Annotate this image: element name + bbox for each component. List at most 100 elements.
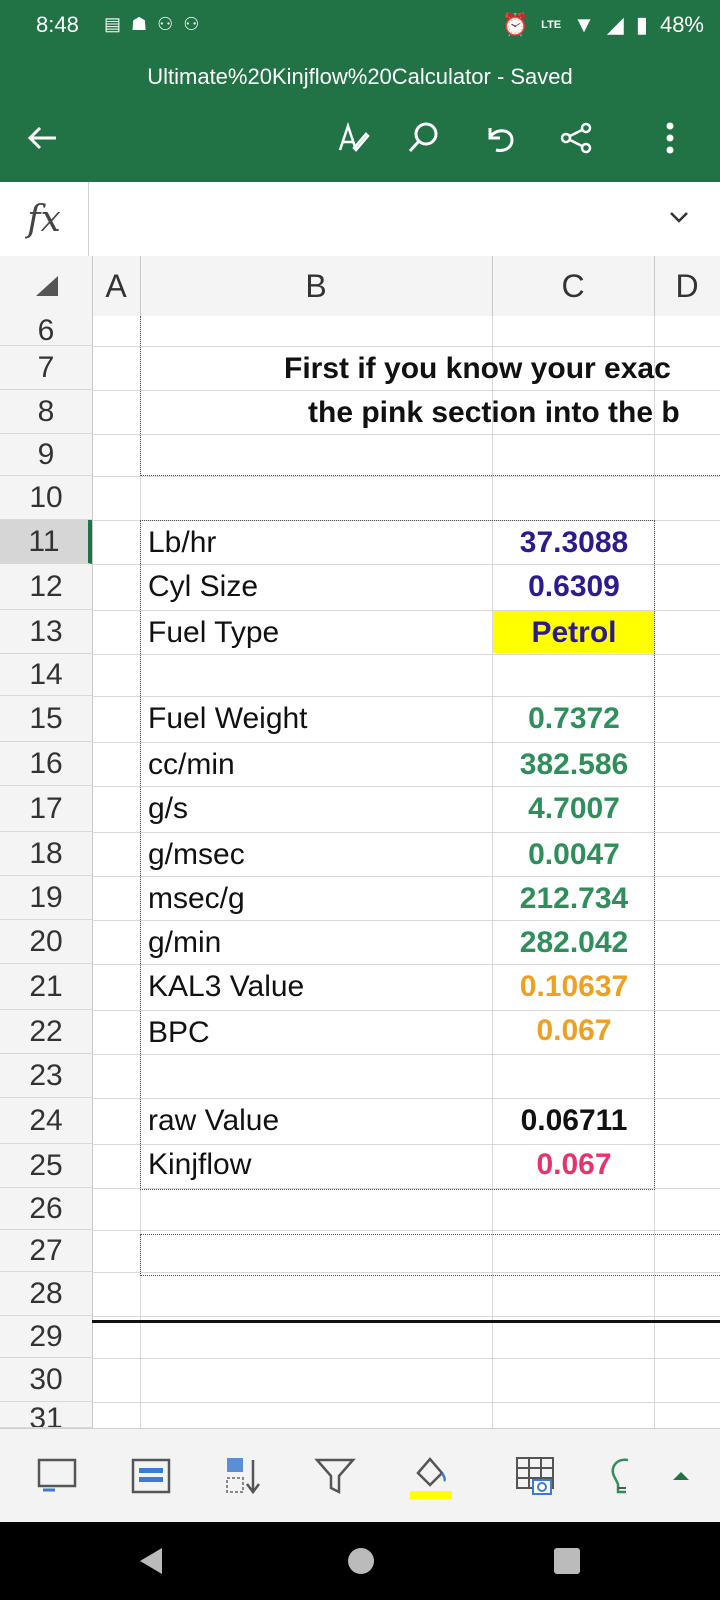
alarm-icon: ⏰ — [501, 12, 530, 37]
column-header-b[interactable]: B — [140, 256, 493, 316]
back-arrow-icon[interactable] — [22, 118, 62, 158]
row-header[interactable]: 8 — [0, 390, 92, 434]
chevron-down-icon[interactable] — [668, 206, 690, 233]
comment-icon[interactable] — [32, 1451, 82, 1501]
row-header[interactable]: 15 — [0, 696, 92, 742]
battery-percent: 48% — [659, 12, 704, 37]
row-header[interactable]: 31 — [0, 1402, 92, 1428]
row-header[interactable]: 17 — [0, 786, 92, 832]
formula-input[interactable] — [90, 182, 670, 256]
label-kal3-value[interactable]: KAL3 Value — [148, 972, 304, 1002]
notification-icons: ▤ ☗ ⚇ ⚇ — [104, 14, 199, 35]
filter-icon[interactable] — [310, 1451, 360, 1501]
row-header[interactable]: 27 — [0, 1230, 92, 1272]
value-raw[interactable]: 0.06711 — [494, 1106, 654, 1136]
row-header[interactable]: 29 — [0, 1316, 92, 1358]
row-headers: 6 7 8 9 10 11 12 13 14 15 16 17 18 19 20… — [0, 316, 93, 1428]
label-lb-hr[interactable]: Lb/hr — [148, 528, 216, 558]
lte-icon: LTE — [541, 19, 562, 31]
row-header[interactable]: 20 — [0, 920, 92, 964]
ideas-lightbulb-icon[interactable] — [606, 1451, 636, 1501]
row-header[interactable]: 13 — [0, 610, 92, 654]
value-cc-min[interactable]: 382.586 — [494, 750, 654, 780]
value-lb-hr[interactable]: 37.3088 — [494, 528, 654, 558]
home-nav-icon[interactable] — [346, 1546, 376, 1581]
value-cyl-size[interactable]: 0.6309 — [494, 572, 654, 602]
share-icon[interactable] — [556, 118, 596, 158]
row-header[interactable]: 30 — [0, 1358, 92, 1402]
grid-line — [92, 476, 720, 477]
label-fuel-type[interactable]: Fuel Type — [148, 618, 279, 648]
grid-line — [92, 1402, 720, 1403]
back-nav-icon[interactable] — [134, 1544, 168, 1583]
fx-label[interactable]: fx — [0, 182, 89, 256]
column-header-d[interactable]: D — [654, 256, 720, 316]
value-msec-g[interactable]: 212.734 — [494, 884, 654, 914]
row-header[interactable]: 19 — [0, 876, 92, 920]
status-time: 8:48 — [36, 12, 79, 37]
fill-color-icon[interactable] — [406, 1451, 456, 1501]
search-icon[interactable] — [404, 118, 444, 158]
value-bpc[interactable]: 0.067 — [494, 1016, 654, 1046]
grid-line — [92, 1316, 720, 1317]
row-header[interactable]: 18 — [0, 832, 92, 876]
row-header[interactable]: 14 — [0, 654, 92, 696]
instruction-line-1: First if you know your exac — [284, 352, 671, 385]
value-kinjflow[interactable]: 0.067 — [494, 1150, 654, 1180]
expand-toolbar-icon[interactable] — [656, 1451, 706, 1501]
sheet-view-icon[interactable] — [126, 1451, 176, 1501]
grid-line — [92, 1230, 720, 1231]
row-header[interactable]: 25 — [0, 1144, 92, 1188]
row-header[interactable]: 10 — [0, 476, 92, 520]
label-kinjflow[interactable]: Kinjflow — [148, 1150, 251, 1180]
document-title: Ultimate%20Kinjflow%20Calculator - Saved — [147, 64, 573, 89]
signal-icon: ◢ — [606, 12, 624, 37]
row-header[interactable]: 28 — [0, 1272, 92, 1316]
label-cc-min[interactable]: cc/min — [148, 750, 235, 780]
value-kal3[interactable]: 0.10637 — [494, 972, 654, 1002]
label-raw-value[interactable]: raw Value — [148, 1106, 279, 1136]
spreadsheet-grid[interactable]: 6 7 8 9 10 11 12 13 14 15 16 17 18 19 20… — [0, 316, 720, 1428]
row-header-selected[interactable]: 11 — [0, 520, 92, 564]
insert-table-picture-icon[interactable] — [510, 1451, 560, 1501]
wifi-icon: ▼ — [573, 12, 595, 37]
value-g-min[interactable]: 282.042 — [494, 928, 654, 958]
status-bar: 8:48 ▤ ☗ ⚇ ⚇ ⏰ LTE ▼ ◢ ▮ 48% — [0, 0, 720, 54]
person-add-icon-2: ⚇ — [183, 14, 200, 34]
row-header[interactable]: 24 — [0, 1098, 92, 1144]
row-header[interactable]: 21 — [0, 964, 92, 1010]
column-header-c[interactable]: C — [492, 256, 655, 316]
instruction-line-2: the pink section into the b — [308, 396, 680, 429]
recents-nav-icon[interactable] — [552, 1546, 582, 1581]
value-fuel-type[interactable]: Petrol — [494, 618, 654, 648]
label-msec-g[interactable]: msec/g — [148, 884, 245, 914]
label-g-msec[interactable]: g/msec — [148, 840, 245, 870]
system-icons: ⏰ LTE ▼ ◢ ▮ 48% — [502, 12, 704, 38]
value-g-s[interactable]: 4.7007 — [494, 794, 654, 824]
row-header[interactable]: 9 — [0, 434, 92, 476]
row-header[interactable]: 23 — [0, 1054, 92, 1098]
label-g-s[interactable]: g/s — [148, 794, 188, 824]
row-header[interactable]: 12 — [0, 564, 92, 610]
sort-icon[interactable] — [218, 1451, 268, 1501]
label-g-min[interactable]: g/min — [148, 928, 221, 958]
row-header[interactable]: 16 — [0, 742, 92, 786]
row-header[interactable]: 6 — [0, 316, 92, 347]
snapchat-icon: ☗ — [131, 14, 148, 34]
row-header[interactable]: 7 — [0, 346, 92, 390]
row-header[interactable]: 26 — [0, 1188, 92, 1230]
label-bpc[interactable]: BPC — [148, 1018, 210, 1048]
row-header[interactable]: 22 — [0, 1010, 92, 1054]
more-options-icon[interactable] — [650, 118, 690, 158]
undo-icon[interactable] — [480, 118, 520, 158]
label-cyl-size[interactable]: Cyl Size — [148, 572, 258, 602]
label-fuel-weight[interactable]: Fuel Weight — [148, 704, 308, 734]
value-fuel-weight[interactable]: 0.7372 — [494, 704, 654, 734]
column-header-a[interactable]: A — [92, 256, 141, 316]
app-bar: Ultimate%20Kinjflow%20Calculator - Saved — [0, 54, 720, 182]
thick-border — [92, 1320, 720, 1323]
navigation-bar — [0, 1522, 720, 1600]
select-all-corner[interactable] — [0, 256, 93, 316]
draw-pen-icon[interactable] — [332, 118, 372, 158]
value-g-msec[interactable]: 0.0047 — [494, 840, 654, 870]
